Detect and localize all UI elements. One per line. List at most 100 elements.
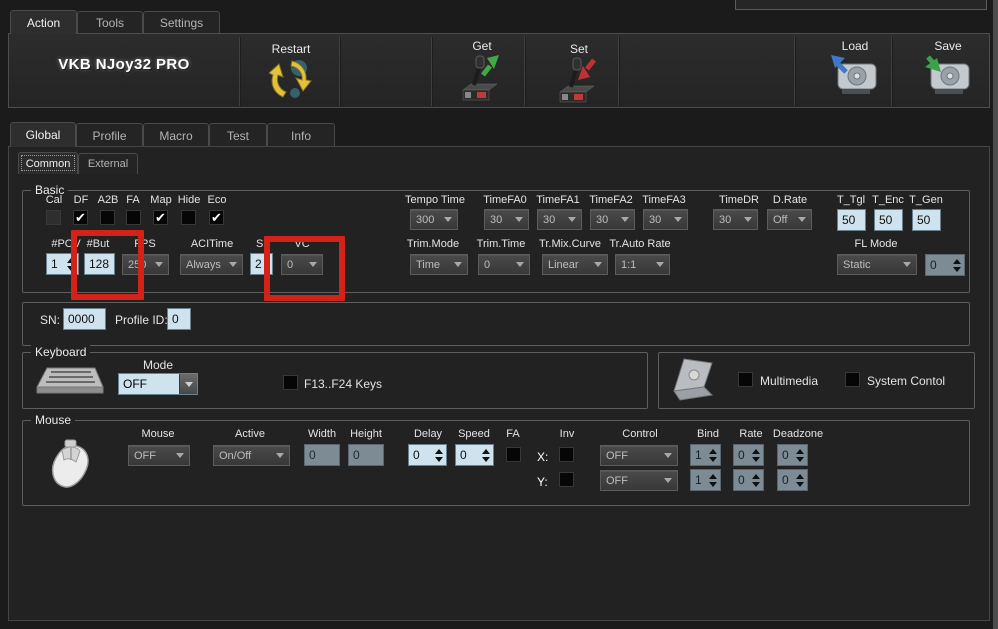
restart-button[interactable]: Restart bbox=[241, 36, 337, 106]
tab-info[interactable]: Info bbox=[267, 123, 335, 147]
subtab-external[interactable]: External bbox=[78, 153, 138, 174]
df-checkbox[interactable] bbox=[73, 210, 88, 225]
bind-col-label: Bind bbox=[697, 428, 719, 440]
mouse-height-value: 0 bbox=[353, 448, 360, 462]
mouse-bind-x-value: 1 bbox=[695, 448, 702, 462]
joystick-get-icon bbox=[459, 50, 499, 104]
dropdown-arrow-icon bbox=[656, 262, 664, 267]
mouse-inv-y-checkbox[interactable] bbox=[559, 472, 574, 487]
tempo-time-dropdown[interactable]: 300 bbox=[410, 209, 458, 230]
tab-settings[interactable]: Settings bbox=[143, 11, 220, 34]
mouse-inv-x-checkbox[interactable] bbox=[559, 447, 574, 462]
mouse-bind-y-spinner[interactable]: 1 bbox=[690, 469, 721, 491]
ttgl-value: 50 bbox=[842, 213, 855, 227]
mouse-delay-spinner[interactable]: 0 bbox=[408, 444, 447, 466]
profile-id-label: Profile ID: bbox=[115, 313, 168, 327]
trmixcurve-dropdown[interactable]: Linear bbox=[542, 254, 608, 275]
profile-id-input[interactable]: 0 bbox=[167, 308, 191, 330]
restart-label: Restart bbox=[272, 42, 311, 56]
mouse-fa-checkbox[interactable] bbox=[506, 447, 521, 462]
tab-test[interactable]: Test bbox=[209, 123, 267, 147]
profile-id-value: 0 bbox=[172, 312, 179, 326]
system-control-label: System Contol bbox=[867, 374, 945, 388]
background-window-fragment bbox=[735, 0, 987, 10]
trautorate-value: 1:1 bbox=[621, 259, 636, 271]
inv-col-label: Inv bbox=[560, 428, 575, 440]
sn-input[interactable]: 0000 bbox=[63, 308, 106, 330]
dropdown-arrow-icon bbox=[594, 262, 602, 267]
highlight-but-field bbox=[71, 230, 144, 300]
timefa1-value: 30 bbox=[543, 214, 555, 226]
mouse-width-input[interactable]: 0 bbox=[304, 444, 340, 466]
load-button[interactable]: Load bbox=[796, 36, 889, 106]
a2b-label: A2B bbox=[98, 194, 119, 206]
trautorate-label: Tr.Auto Rate bbox=[609, 238, 670, 250]
kb-mode-dropdown[interactable]: OFF bbox=[118, 373, 198, 395]
tab-tools[interactable]: Tools bbox=[77, 11, 143, 34]
mouse-deadzone-y-spinner[interactable]: 0 bbox=[777, 469, 808, 491]
multimedia-checkbox[interactable] bbox=[738, 372, 753, 387]
acitime-dropdown[interactable]: Always bbox=[180, 254, 243, 275]
timefa2-dropdown[interactable]: 30 bbox=[590, 209, 635, 230]
timefa2-value: 30 bbox=[596, 214, 608, 226]
mouse-deadzone-x-spinner[interactable]: 0 bbox=[777, 444, 808, 466]
dropdown-arrow-icon bbox=[664, 478, 672, 483]
tab-action[interactable]: Action bbox=[10, 10, 77, 34]
eco-checkbox[interactable] bbox=[209, 210, 224, 225]
trautorate-dropdown[interactable]: 1:1 bbox=[615, 254, 670, 275]
save-button[interactable]: Save bbox=[893, 36, 989, 106]
timefa0-dropdown[interactable]: 30 bbox=[484, 209, 529, 230]
trim-mode-dropdown[interactable]: Time bbox=[410, 254, 468, 275]
mouse-height-input[interactable]: 0 bbox=[348, 444, 384, 466]
hide-checkbox[interactable] bbox=[181, 210, 196, 225]
mouse-mode-dropdown[interactable]: OFF bbox=[128, 445, 190, 466]
tab-settings-label: Settings bbox=[160, 16, 203, 30]
tgen-input[interactable]: 50 bbox=[912, 209, 941, 231]
dropdown-arrow-icon bbox=[744, 217, 752, 222]
flmode-label: FL Mode bbox=[854, 238, 897, 250]
f13-f24-checkbox[interactable] bbox=[283, 375, 298, 390]
tab-macro[interactable]: Macro bbox=[143, 123, 209, 147]
fa-checkbox[interactable] bbox=[126, 210, 141, 225]
timedr-dropdown[interactable]: 30 bbox=[713, 209, 758, 230]
set-button[interactable]: Set bbox=[526, 36, 616, 106]
dropdown-arrow-icon bbox=[568, 217, 576, 222]
acitime-value: Always bbox=[186, 259, 221, 271]
get-button[interactable]: Get bbox=[433, 36, 523, 106]
control-col-label: Control bbox=[622, 428, 657, 440]
sn-label: SN: bbox=[40, 313, 60, 327]
drate-dropdown[interactable]: Off bbox=[767, 209, 812, 230]
mouse-rate-y-spinner[interactable]: 0 bbox=[733, 469, 764, 491]
trmixcurve-label: Tr.Mix.Curve bbox=[539, 238, 601, 250]
system-control-checkbox[interactable] bbox=[845, 372, 860, 387]
trmixcurve-value: Linear bbox=[548, 259, 579, 271]
flmode-spinner[interactable]: 0 bbox=[925, 254, 965, 276]
timedr-label: TimeDR bbox=[719, 194, 759, 206]
spinner-arrows-icon bbox=[706, 449, 720, 462]
a2b-checkbox[interactable] bbox=[100, 210, 115, 225]
trim-time-dropdown[interactable]: 0 bbox=[478, 254, 530, 275]
timefa3-dropdown[interactable]: 30 bbox=[643, 209, 688, 230]
ttgl-input[interactable]: 50 bbox=[837, 209, 866, 231]
subtab-external-label: External bbox=[88, 158, 128, 170]
mouse-rate-x-value: 0 bbox=[738, 448, 745, 462]
cal-checkbox[interactable] bbox=[46, 210, 61, 225]
tab-profile[interactable]: Profile bbox=[76, 123, 143, 147]
mouse-control-x-dropdown[interactable]: OFF bbox=[600, 445, 678, 466]
subtab-common[interactable]: Common bbox=[18, 152, 78, 174]
mouse-rate-x-spinner[interactable]: 0 bbox=[733, 444, 764, 466]
trim-time-label: Trim.Time bbox=[477, 238, 526, 250]
timefa1-dropdown[interactable]: 30 bbox=[537, 209, 582, 230]
mouse-control-y-dropdown[interactable]: OFF bbox=[600, 470, 678, 491]
tab-global[interactable]: Global bbox=[10, 122, 76, 147]
mouse-bind-y-value: 1 bbox=[695, 473, 702, 487]
disk-save-icon bbox=[923, 54, 971, 98]
mouse-active-dropdown[interactable]: On/Off bbox=[213, 445, 290, 466]
tenc-input[interactable]: 50 bbox=[874, 209, 903, 231]
drate-value: Off bbox=[773, 214, 787, 226]
flmode-dropdown[interactable]: Static bbox=[837, 254, 917, 275]
mouse-speed-spinner[interactable]: 0 bbox=[455, 444, 494, 466]
f13-f24-label: F13..F24 Keys bbox=[304, 377, 382, 391]
map-checkbox[interactable] bbox=[153, 210, 168, 225]
mouse-bind-x-spinner[interactable]: 1 bbox=[690, 444, 721, 466]
